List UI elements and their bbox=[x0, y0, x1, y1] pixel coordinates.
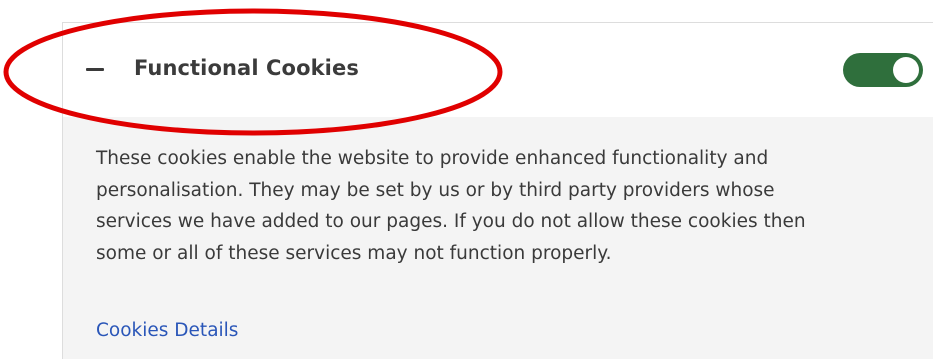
functional-cookies-panel: Functional Cookies These cookies enable … bbox=[62, 22, 933, 359]
description-line: some or all of these services may not fu… bbox=[96, 242, 612, 264]
description-line: personalisation. They may be set by us o… bbox=[96, 179, 775, 201]
functional-cookies-body: These cookies enable the website to prov… bbox=[63, 117, 933, 359]
description-line: These cookies enable the website to prov… bbox=[96, 148, 769, 169]
cookie-preferences-page: Functional Cookies These cookies enable … bbox=[0, 0, 933, 361]
description-line: services we have added to our pages. If … bbox=[96, 211, 806, 232]
functional-cookies-toggle[interactable] bbox=[843, 53, 923, 87]
section-title: Functional Cookies bbox=[134, 56, 359, 80]
functional-cookies-header[interactable]: Functional Cookies bbox=[63, 23, 933, 117]
section-description: These cookies enable the website to prov… bbox=[96, 143, 916, 269]
toggle-knob bbox=[893, 57, 919, 83]
minus-icon[interactable] bbox=[85, 59, 105, 79]
cookies-details-link[interactable]: Cookies Details bbox=[96, 320, 238, 341]
